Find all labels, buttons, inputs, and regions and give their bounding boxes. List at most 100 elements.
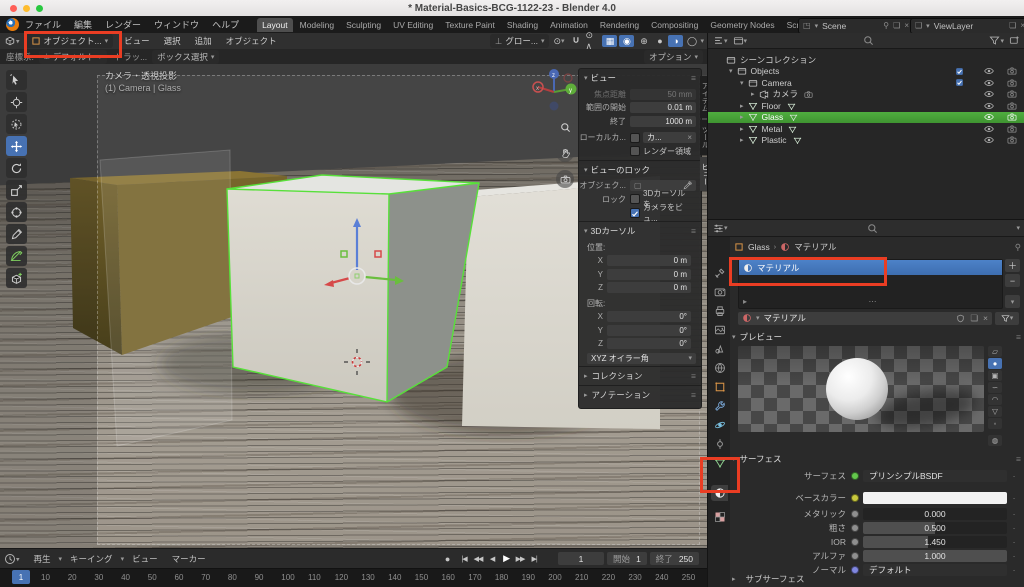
outliner-filter-collection-icon[interactable]: ▾ bbox=[733, 35, 748, 46]
blender-logo-icon[interactable] bbox=[6, 18, 19, 31]
add-slot-button[interactable]: ＋ bbox=[1005, 259, 1020, 272]
pivot-dropdown[interactable]: ⊙▾ bbox=[551, 35, 566, 47]
breadcrumb-object[interactable]: Glass bbox=[748, 242, 770, 252]
shading-wireframe-icon[interactable]: ⊕ bbox=[636, 35, 651, 47]
cursor-rotation-x-field[interactable]: X 0° bbox=[579, 311, 701, 324]
tool-transform-button[interactable] bbox=[6, 202, 27, 222]
tool-rotate-button[interactable] bbox=[6, 158, 27, 178]
disclosure-icon[interactable]: ▾ bbox=[729, 67, 733, 75]
outliner-row-Metal[interactable]: ▸ Metal bbox=[708, 123, 1024, 135]
n-panel-tab[interactable]: ビュー bbox=[700, 157, 707, 192]
axis-x-neg-icon[interactable] bbox=[564, 74, 572, 82]
copy-icon[interactable]: ❏ bbox=[1009, 21, 1016, 30]
preview-shape-hair-button[interactable]: ∽ bbox=[988, 382, 1002, 393]
unlink-datablock-icon[interactable]: × bbox=[983, 313, 988, 324]
constraints-icon[interactable] bbox=[714, 438, 726, 450]
clip-end-row[interactable]: 終了 1000 m bbox=[579, 115, 701, 128]
disclosure-icon[interactable]: ▸ bbox=[740, 125, 744, 133]
timeline-menu-item[interactable]: キーイング bbox=[64, 553, 119, 565]
disable-render-camera-icon[interactable] bbox=[1007, 66, 1017, 76]
properties-tab-texture[interactable] bbox=[711, 509, 728, 525]
view-lock-subheader[interactable]: ▾ビューのロック bbox=[579, 160, 701, 179]
preview-shape-sphere-button[interactable]: ● bbox=[988, 358, 1002, 369]
axis-z-neg-icon[interactable] bbox=[550, 102, 559, 111]
material-datablock-field[interactable]: ▾ マテリアル ❏ × bbox=[738, 312, 992, 325]
disclosure-icon[interactable]: ▸ bbox=[740, 113, 744, 121]
hide-eye-icon[interactable] bbox=[984, 78, 994, 88]
collection-panel-collapsed[interactable]: ▸コレクション≡ bbox=[579, 366, 701, 385]
playback-jump-end-button[interactable]: ▶| bbox=[527, 552, 541, 565]
tool-scale-button[interactable] bbox=[6, 180, 27, 200]
hide-eye-icon[interactable] bbox=[984, 101, 994, 111]
tool-measure-button[interactable] bbox=[6, 246, 27, 266]
workspace-tab[interactable]: Compositing bbox=[646, 18, 703, 32]
decorator-dot-icon[interactable]: · bbox=[1007, 509, 1021, 519]
traffic-lights[interactable] bbox=[10, 5, 43, 12]
tool-select-circle-button[interactable] bbox=[6, 114, 27, 134]
properties-tab-constraints[interactable] bbox=[711, 436, 728, 452]
local-camera-checkbox[interactable] bbox=[630, 133, 640, 143]
outliner-row-scene-collection[interactable]: シーンコレクション bbox=[708, 54, 1024, 66]
timeline-menu-item[interactable]: 再生 bbox=[28, 553, 57, 565]
topbar-menu-item[interactable]: レンダー bbox=[105, 18, 141, 31]
disable-render-camera-icon[interactable] bbox=[1007, 135, 1017, 145]
playhead[interactable]: 1 bbox=[12, 570, 30, 584]
remove-slot-button[interactable]: − bbox=[1005, 274, 1020, 287]
粗さ-slider[interactable]: 0.500 bbox=[863, 522, 1007, 534]
workspace-tab[interactable]: Rendering bbox=[595, 18, 644, 32]
proportional-editing-icon[interactable]: ⊙ ∧ bbox=[585, 35, 600, 47]
workspace-tab[interactable]: Geometry Nodes bbox=[705, 18, 779, 32]
view-layer-selector[interactable]: ❑▾ ViewLayer ❏ × bbox=[910, 18, 1024, 34]
workspace-tab[interactable]: Texture Paint bbox=[440, 18, 500, 32]
datablock-filter-button[interactable]: ▾ bbox=[995, 312, 1019, 325]
object-icon[interactable] bbox=[714, 381, 726, 393]
lock-3d-cursor-checkbox[interactable] bbox=[630, 194, 640, 204]
timeline-menu-item[interactable]: ビュー bbox=[126, 553, 164, 565]
measure-icon[interactable] bbox=[10, 250, 23, 263]
tool-add-cube-button[interactable] bbox=[6, 268, 27, 288]
decorator-dot-icon[interactable]: · bbox=[1007, 551, 1021, 561]
topbar-menu-item[interactable]: ファイル bbox=[25, 18, 61, 31]
copy-icon[interactable]: ❏ bbox=[893, 21, 900, 30]
properties-editor-type-icon[interactable]: ▾ bbox=[713, 222, 728, 233]
surface-panel-header[interactable]: ▾サーフェス≡ bbox=[732, 452, 1021, 465]
scene-selector[interactable]: ◳▾ Scene ⚲ ❏ × bbox=[798, 18, 914, 34]
camera-view-icon[interactable] bbox=[556, 170, 574, 188]
rotation-mode-row[interactable]: XYZ オイラー角▾ bbox=[579, 352, 701, 365]
frame-end-field[interactable]: 終了250 bbox=[650, 552, 699, 565]
disclosure-icon[interactable]: ▸ bbox=[740, 136, 744, 144]
properties-tab-tool[interactable] bbox=[711, 265, 728, 281]
properties-search-input[interactable] bbox=[728, 223, 1017, 234]
focal-length-field[interactable]: 50 mm bbox=[630, 89, 696, 100]
transform-icon[interactable] bbox=[10, 206, 23, 219]
cursor-panel-header[interactable]: ▾3Dカーソル≡ bbox=[579, 221, 701, 240]
preview-shape-cloth-button[interactable]: ◠ bbox=[988, 394, 1002, 405]
shading-dropdown-icon[interactable]: ▾ bbox=[700, 37, 704, 45]
playback-next-key-button[interactable]: ▶▶ bbox=[513, 552, 527, 565]
shading-rendered-icon[interactable]: ◯ bbox=[684, 35, 699, 47]
shading-material-preview-icon[interactable]: ◑ bbox=[668, 35, 683, 47]
camera-to-view-checkbox[interactable] bbox=[630, 208, 640, 218]
properties-options-icon[interactable]: ▾ bbox=[1016, 224, 1020, 232]
preview-panel-header[interactable]: ▾プレビュー≡ bbox=[732, 330, 1021, 343]
decorator-dot-icon[interactable]: · bbox=[1007, 493, 1021, 503]
disclosure-icon[interactable]: ▸ bbox=[751, 90, 755, 98]
disable-render-camera-icon[interactable] bbox=[1007, 89, 1017, 99]
render-region-checkbox[interactable] bbox=[630, 146, 640, 156]
playback-prev-frame-button[interactable]: ◀ bbox=[485, 552, 499, 565]
workspace-tab[interactable]: Shading bbox=[502, 18, 543, 32]
3d-viewport[interactable]: カメラ・透視投影 (1) Camera | Glass zxy ▾ビュー≡ 焦点… bbox=[0, 64, 707, 548]
outliner-row-Floor[interactable]: ▸ Floor bbox=[708, 100, 1024, 112]
cursor-location-x-field[interactable]: X 0 m bbox=[579, 255, 701, 268]
preview-shape-plane-button[interactable]: ▱ bbox=[988, 346, 1002, 357]
cursor-location-z-field[interactable]: Z 0 m bbox=[579, 282, 701, 295]
drag-mode-dropdown[interactable]: ボックス選択▾ bbox=[152, 50, 219, 64]
properties-tab-view-layer[interactable] bbox=[711, 322, 728, 338]
cursor-icon[interactable] bbox=[10, 96, 23, 109]
editor-type-button[interactable]: ▾ bbox=[4, 35, 20, 47]
preview-shape-cube-button[interactable]: ▣ bbox=[988, 370, 1002, 381]
viewport-menu-item[interactable]: 選択 bbox=[157, 35, 188, 47]
tool-annotate-button[interactable] bbox=[6, 224, 27, 244]
frame-start-field[interactable]: 開始1 bbox=[607, 552, 647, 565]
orientation-dropdown[interactable]: ⊥グロー...▾ bbox=[490, 34, 550, 48]
